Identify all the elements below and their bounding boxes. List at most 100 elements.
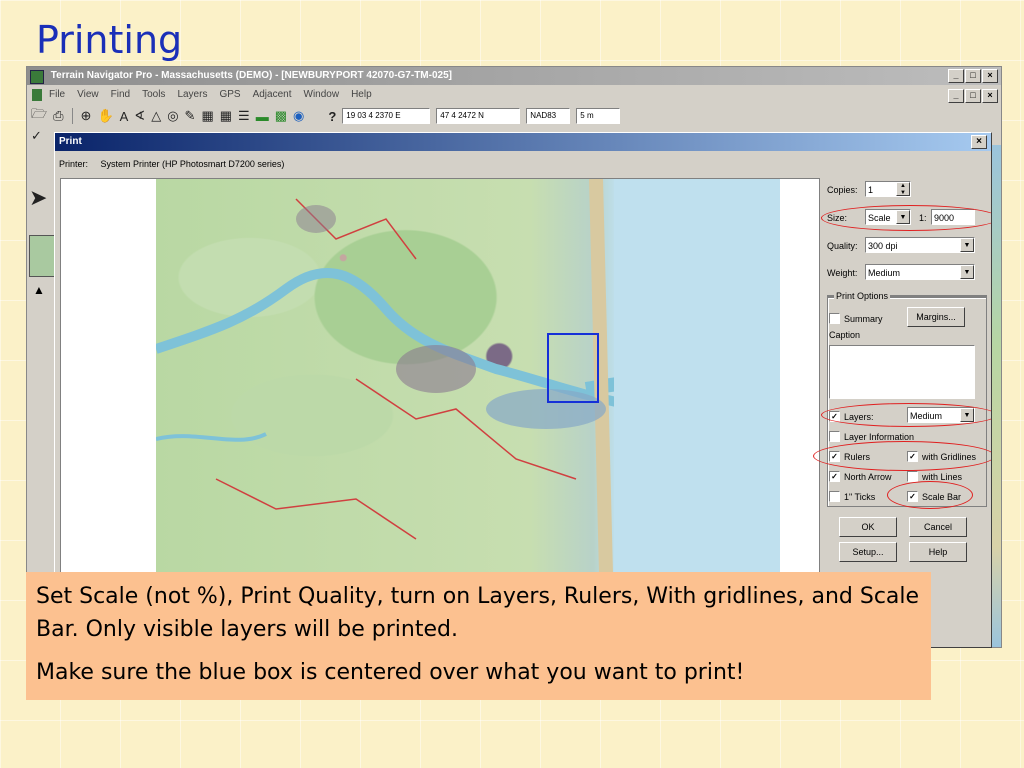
list-icon[interactable]: ☰	[238, 108, 250, 124]
print-icon[interactable]: ⎙	[53, 108, 63, 124]
ticks-checkbox[interactable]: 1" Ticks	[829, 491, 875, 502]
gridlines-checkbox[interactable]: ✓ with Gridlines	[907, 451, 976, 462]
gridlines-label: with Gridlines	[922, 451, 977, 462]
zoom-icon[interactable]: ⊕	[81, 108, 92, 124]
summary-label: Summary	[844, 313, 883, 324]
with-lines-check[interactable]	[907, 471, 918, 482]
layer-info-check[interactable]	[829, 431, 840, 442]
summary-check[interactable]	[829, 313, 840, 324]
ticks-label: 1" Ticks	[844, 491, 876, 502]
scale-bar-checkbox[interactable]: ✓ Scale Bar	[907, 491, 961, 502]
green-layer-icon[interactable]: ▬	[256, 109, 269, 124]
quality-select[interactable]: 300 dpi ▼	[865, 237, 975, 253]
copies-spinner[interactable]: ▲ ▼	[896, 182, 910, 196]
rulers-check[interactable]: ✓	[829, 451, 840, 462]
size-mode-select[interactable]: Scale ▼	[865, 209, 911, 225]
map-layer-icon[interactable]: ▦	[201, 108, 213, 124]
menu-view[interactable]: View	[77, 86, 99, 104]
gridlines-check[interactable]: ✓	[907, 451, 918, 462]
margins-button[interactable]: Margins...	[907, 307, 965, 327]
topo-map[interactable]	[156, 179, 780, 573]
northing-field: 47 4 2472 N	[436, 108, 521, 124]
easting-field: 19 03 4 2370 E	[342, 108, 431, 124]
secondary-toolbar: ✓	[27, 128, 42, 144]
north-arrow-check[interactable]: ✓	[829, 471, 840, 482]
setup-button[interactable]: Setup...	[839, 542, 897, 562]
chevron-down-icon[interactable]: ▼	[960, 265, 974, 279]
elevation-field: 5 m	[576, 108, 621, 124]
menu-window[interactable]: Window	[304, 86, 340, 104]
menu-help[interactable]: Help	[351, 86, 372, 104]
scale-bar-label: Scale Bar	[922, 491, 962, 502]
scale-input[interactable]: 9000	[931, 209, 975, 225]
scale-bar-check[interactable]: ✓	[907, 491, 918, 502]
menu-file[interactable]: File	[49, 86, 65, 104]
dialog-close-button[interactable]: ×	[971, 135, 987, 149]
layer-info-checkbox[interactable]: Layer Information	[829, 431, 914, 442]
layers-checkbox[interactable]: ✓ Layers:	[829, 411, 874, 422]
ok-button[interactable]: OK	[839, 517, 897, 537]
printer-name: System Printer (HP Photosmart D7200 seri…	[100, 159, 285, 169]
menu-gps[interactable]: GPS	[219, 86, 240, 104]
north-arrow-checkbox[interactable]: ✓ North Arrow	[829, 471, 892, 482]
open-folder-icon[interactable]: 🗁	[31, 105, 47, 127]
arrow-up-icon[interactable]: ▲	[33, 283, 45, 297]
chevron-down-icon[interactable]: ▼	[960, 408, 974, 422]
document-icon	[32, 89, 42, 101]
ticks-check[interactable]	[829, 491, 840, 502]
measure-icon[interactable]: ∢	[134, 108, 145, 124]
map-layer2-icon[interactable]: ▦	[220, 108, 232, 124]
menubar: File View Find Tools Layers GPS Adjacent…	[27, 86, 1001, 104]
globe-icon[interactable]: ◉	[293, 108, 304, 124]
menu-find[interactable]: Find	[111, 86, 130, 104]
note-line-1: Set Scale (not %), Print Quality, turn o…	[36, 584, 920, 642]
datum-field: NAD83	[526, 108, 571, 124]
doc-minimize-button[interactable]: _	[948, 89, 964, 103]
cancel-button[interactable]: Cancel	[909, 517, 967, 537]
route-icon[interactable]: ▩	[275, 108, 287, 124]
scale-value: 9000	[934, 213, 955, 223]
menu-tools[interactable]: Tools	[142, 86, 165, 104]
minimize-button[interactable]: _	[948, 69, 964, 83]
triangle-icon[interactable]: △	[151, 108, 161, 124]
layers-check[interactable]: ✓	[829, 411, 840, 422]
pan-hand-icon[interactable]: ✋	[97, 108, 113, 124]
restore-button[interactable]: □	[965, 69, 981, 83]
with-lines-checkbox[interactable]: with Lines	[907, 471, 962, 482]
size-mode-value: Scale	[868, 213, 891, 223]
weight-value: Medium	[868, 268, 901, 278]
print-area-box[interactable]	[547, 333, 599, 403]
main-toolbar: 🗁 ⎙ ⊕ ✋ A ∢ △ ◎ ✎ ▦ ▦ ☰ ▬ ▩ ◉ ? 19 03 4 …	[27, 105, 1001, 127]
check-icon[interactable]: ✓	[31, 128, 42, 144]
rulers-checkbox[interactable]: ✓ Rulers	[829, 451, 870, 462]
app-titlebar: Terrain Navigator Pro - Massachusetts (D…	[27, 67, 1001, 85]
menu-adjacent[interactable]: Adjacent	[253, 86, 292, 104]
print-dialog: Print × Printer: System Printer (HP Phot…	[54, 132, 992, 648]
caption-textarea[interactable]	[829, 345, 975, 399]
help-button[interactable]: Help	[909, 542, 967, 562]
print-preview	[60, 178, 820, 574]
app-icon	[30, 70, 44, 84]
text-tool-icon[interactable]: A	[120, 109, 129, 124]
close-button[interactable]: ×	[982, 69, 998, 83]
layers-label: Layers:	[844, 411, 874, 422]
menu-layers[interactable]: Layers	[177, 86, 207, 104]
copies-input[interactable]: 1 ▲ ▼	[865, 181, 911, 197]
chevron-down-icon[interactable]: ▼	[960, 238, 974, 252]
chevron-down-icon[interactable]: ▼	[896, 210, 910, 224]
map-water-features	[156, 179, 780, 573]
doc-restore-button[interactable]: □	[965, 89, 981, 103]
north-arrow-label: North Arrow	[844, 471, 892, 482]
overview-map[interactable]	[29, 235, 55, 277]
app-title: Terrain Navigator Pro - Massachusetts (D…	[50, 70, 452, 81]
note-line-2: Make sure the blue box is centered over …	[36, 660, 745, 685]
summary-checkbox[interactable]: Summary	[829, 313, 883, 324]
help-icon[interactable]: ?	[328, 109, 336, 124]
weight-select[interactable]: Medium ▼	[865, 264, 975, 280]
target-icon[interactable]: ◎	[167, 108, 178, 124]
layers-select[interactable]: Medium ▼	[907, 407, 975, 423]
doc-close-button[interactable]: ×	[982, 89, 998, 103]
layers-value: Medium	[910, 411, 943, 421]
compass-icon: ➤	[29, 185, 48, 210]
pencil-icon[interactable]: ✎	[185, 108, 196, 124]
